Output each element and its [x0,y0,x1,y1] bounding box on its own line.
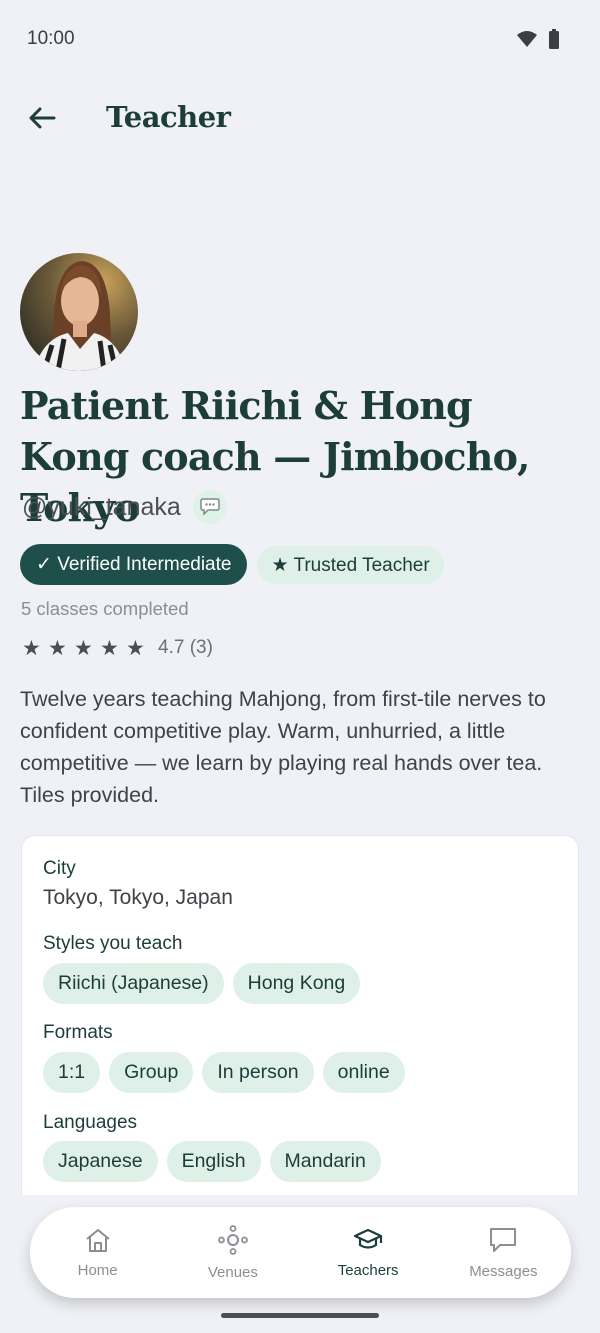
verified-badge: ✓ Verified Intermediate [20,544,248,585]
status-time: 10:00 [27,28,75,49]
rating-value: 4.7 (3) [158,637,213,658]
nav-item-home[interactable]: Home [33,1227,163,1279]
languages-label: Languages [43,1112,138,1133]
graduation-cap-icon [354,1228,383,1249]
language-chip: Japanese [43,1141,158,1182]
formats-label: Formats [43,1022,113,1043]
languages-chips: Japanese English Mandarin [43,1141,381,1182]
chat-bubble-icon [200,498,220,516]
styles-chips: Riichi (Japanese) Hong Kong [43,963,361,1004]
venues-icon [217,1224,248,1255]
format-chip: 1:1 [43,1052,101,1093]
format-chip: In person [202,1052,314,1093]
classes-completed: 5 classes completed [21,598,189,619]
nav-item-messages[interactable]: Messages [438,1226,568,1280]
star-icon: ★ [126,636,145,660]
format-chip: online [322,1052,405,1093]
status-icons [516,29,560,49]
nav-label-messages: Messages [469,1262,538,1280]
language-chip: English [166,1141,261,1182]
home-icon [85,1228,110,1252]
styles-label: Styles you teach [43,933,183,954]
wifi-icon [517,31,537,47]
nav-item-venues[interactable]: Venues [168,1224,298,1281]
back-button[interactable] [24,100,60,136]
details-card: City Tokyo, Tokyo, Japan Styles you teac… [21,835,579,1195]
formats-chips: 1:1 Group In person online [43,1052,405,1093]
message-icon [490,1227,517,1252]
style-chip: Riichi (Japanese) [43,963,224,1004]
page-title: Teacher [106,100,231,134]
city-value: Tokyo, Tokyo, Japan [43,886,233,909]
nav-label-venues: Venues [207,1263,258,1281]
message-teacher-button[interactable] [192,490,227,524]
city-label: City [43,858,76,879]
trusted-badge: ★ Trusted Teacher [257,546,444,584]
star-icon: ★ [74,636,93,660]
star-icon: ★ [48,636,67,660]
rating: ★ ★ ★ ★ ★ 4.7 (3) [22,636,213,660]
format-chip: Group [109,1052,194,1093]
avatar [20,253,138,371]
gesture-handle[interactable] [221,1313,379,1318]
arrow-back-icon [29,107,56,129]
nav-item-teachers[interactable]: Teachers [303,1227,433,1279]
star-icon: ★ [22,636,41,660]
nav-label-teachers: Teachers [337,1261,399,1279]
teacher-bio: Twelve years teaching Mahjong, from firs… [20,687,546,807]
star-icon: ★ [100,636,119,660]
bottom-nav: Home Venues Teachers Messages [30,1207,571,1298]
nav-label-home: Home [77,1261,118,1279]
teacher-handle: @yuki_tanaka [22,492,181,521]
status-bar: 10:00 [0,0,600,78]
handle-row: @yuki_tanaka [22,490,227,524]
avatar-photo [20,253,138,371]
battery-icon [549,29,559,49]
app-bar: Teacher [0,92,600,144]
language-chip: Mandarin [269,1141,381,1182]
badge-row: ✓ Verified Intermediate ★ Trusted Teache… [20,544,444,585]
style-chip: Hong Kong [232,963,361,1004]
